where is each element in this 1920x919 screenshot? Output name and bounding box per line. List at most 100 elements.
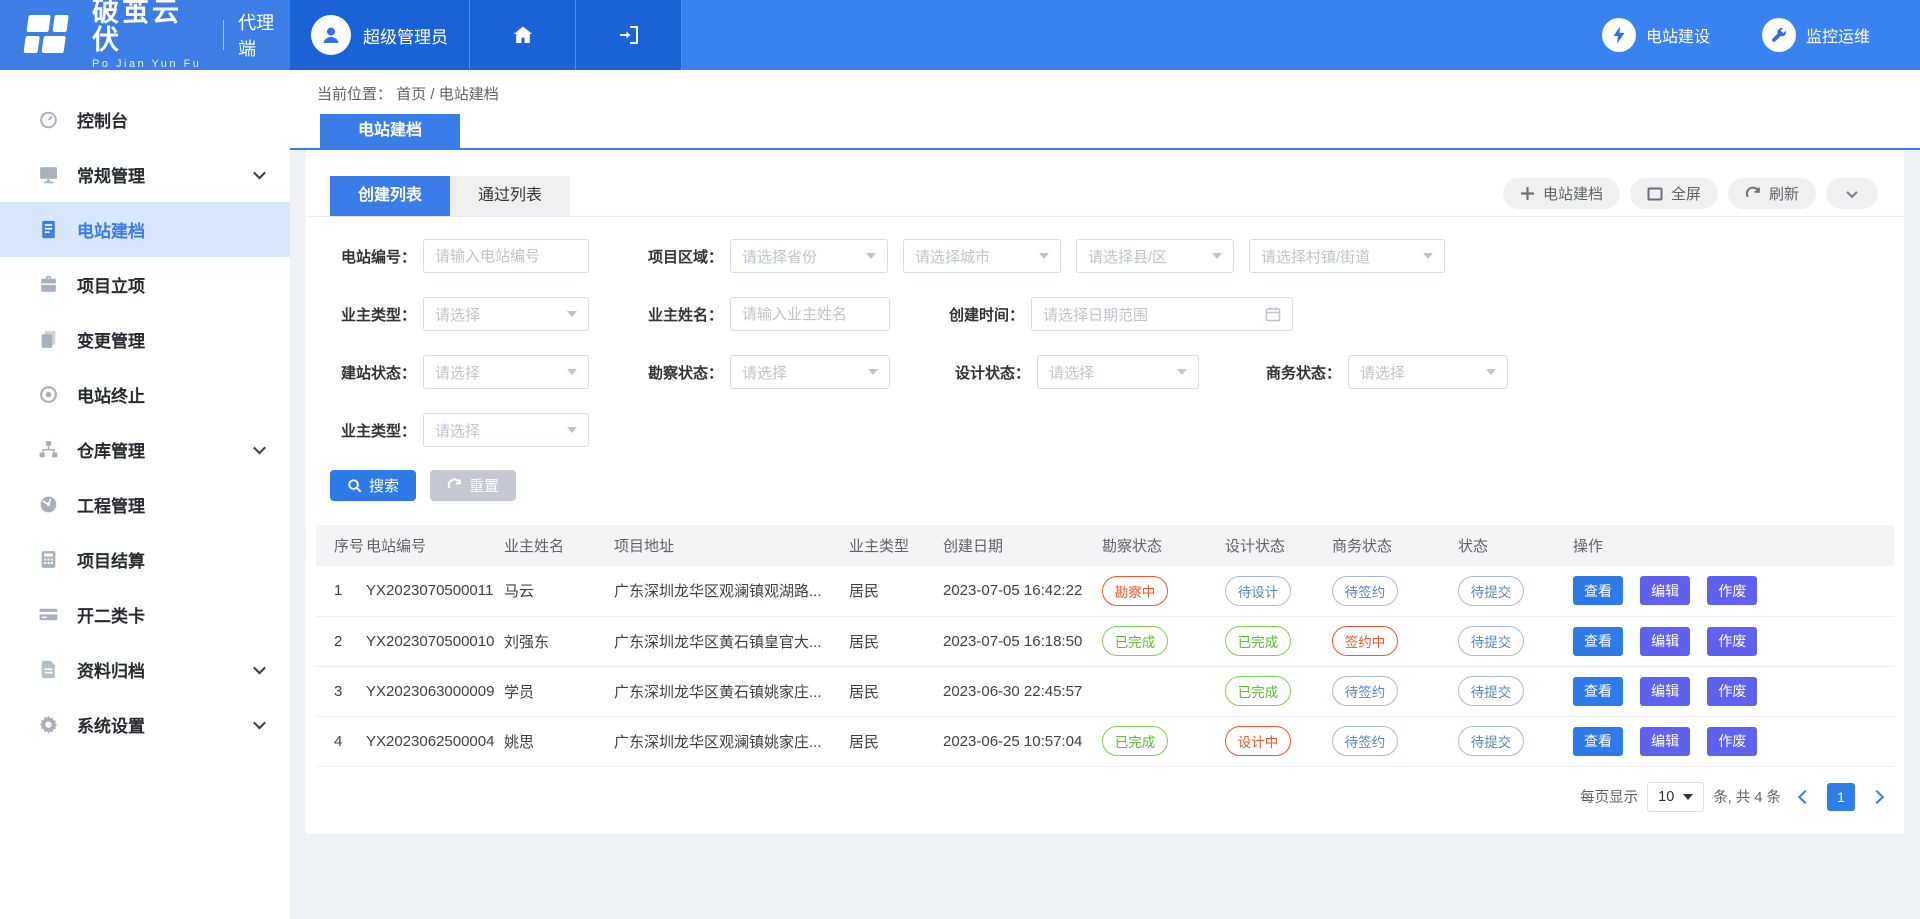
reset-icon: [447, 478, 462, 493]
chevron-down-icon: [253, 167, 266, 180]
survey-status-select[interactable]: 请选择: [730, 355, 890, 389]
caret-down-icon: [567, 427, 577, 433]
sidebar-item-project-initiation[interactable]: 项目立项: [0, 257, 290, 312]
plus-icon: [1520, 186, 1535, 201]
sidebar-item-open-type2-card[interactable]: 开二类卡: [0, 587, 290, 642]
design-status-select[interactable]: 请选择: [1037, 355, 1199, 389]
caret-down-icon: [868, 369, 878, 375]
edit-button[interactable]: 编辑: [1640, 727, 1690, 756]
briefcase-icon: [38, 274, 59, 295]
owner-name-input[interactable]: [730, 297, 890, 331]
table-row: 4 YX2023062500004 姚思 广东深圳龙华区观澜镇姚家庄... 居民…: [316, 716, 1894, 766]
collapse-toolbar-button[interactable]: [1826, 178, 1878, 209]
copy-icon: [38, 329, 59, 350]
stations-table: 序号 电站编号 业主姓名 项目地址 业主类型 创建日期 勘察状态 设计状态 商务…: [316, 525, 1894, 767]
status-badge: 待设计: [1225, 576, 1291, 606]
status-badge: 待签约: [1332, 676, 1398, 706]
nav-monitor-ops[interactable]: 监控运维: [1762, 18, 1870, 52]
status-badge: 待提交: [1458, 576, 1524, 606]
sidebar-item-station-filing[interactable]: 电站建档: [0, 202, 290, 257]
caret-down-icon: [1486, 369, 1496, 375]
refresh-button[interactable]: 刷新: [1728, 178, 1816, 209]
sidebar: 控制台 常规管理 电站建档 项目立项 变更管理 电站终止 仓库管理: [0, 70, 290, 919]
caret-down-icon: [1039, 253, 1049, 259]
void-button[interactable]: 作废: [1707, 627, 1757, 656]
caret-down-icon: [1423, 253, 1433, 259]
sidebar-item-general-mgmt[interactable]: 常规管理: [0, 147, 290, 202]
caret-down-icon: [1683, 794, 1693, 800]
view-button[interactable]: 查看: [1573, 627, 1623, 656]
caret-down-icon: [1177, 369, 1187, 375]
page-tab-station-filing[interactable]: 电站建档: [320, 114, 460, 148]
page-number-current[interactable]: 1: [1827, 783, 1855, 811]
header-actions: 电站建设 监控运维: [682, 0, 1920, 70]
sidebar-item-project-settlement[interactable]: 项目结算: [0, 532, 290, 587]
build-status-select[interactable]: 请选择: [423, 355, 589, 389]
status-badge: 勘察中: [1102, 576, 1168, 606]
chevron-down-icon: [1846, 186, 1857, 197]
brand-name: 破茧云伏: [92, 0, 182, 55]
logout-icon: [617, 23, 641, 47]
sidebar-item-engineering-mgmt[interactable]: 工程管理: [0, 477, 290, 532]
void-button[interactable]: 作废: [1707, 727, 1757, 756]
sidebar-item-system-settings[interactable]: 系统设置: [0, 697, 290, 752]
void-button[interactable]: 作废: [1707, 677, 1757, 706]
sidebar-item-change-mgmt[interactable]: 变更管理: [0, 312, 290, 367]
create-station-button[interactable]: 电站建档: [1503, 178, 1620, 209]
town-select[interactable]: 请选择村镇/街道: [1249, 239, 1445, 273]
lightning-icon: [1602, 18, 1636, 52]
province-select[interactable]: 请选择省份: [730, 239, 888, 273]
logout-button[interactable]: [576, 0, 682, 70]
fullscreen-button[interactable]: 全屏: [1630, 178, 1718, 209]
pagination: 每页显示 10 条, 共 4 条 1: [318, 782, 1892, 812]
status-badge: 待提交: [1458, 626, 1524, 656]
sidebar-item-data-archive[interactable]: 资料归档: [0, 642, 290, 697]
tab-create-list[interactable]: 创建列表: [330, 176, 450, 216]
table-toolbar: 电站建档 全屏 刷新: [1503, 178, 1878, 209]
page-size-select[interactable]: 10: [1647, 782, 1704, 812]
sidebar-item-station-termination[interactable]: 电站终止: [0, 367, 290, 422]
user-avatar-icon: [311, 15, 351, 55]
status-badge: 签约中: [1332, 626, 1398, 656]
owner-type-select[interactable]: 请选择: [423, 297, 589, 331]
prev-page-button[interactable]: [1798, 789, 1812, 803]
brand-logo: 破茧云伏 Po Jian Yun Fu 代理端: [0, 0, 290, 70]
view-button[interactable]: 查看: [1573, 727, 1623, 756]
nav-station-build[interactable]: 电站建设: [1602, 18, 1710, 52]
edit-button[interactable]: 编辑: [1640, 576, 1690, 605]
edit-button[interactable]: 编辑: [1640, 677, 1690, 706]
dashboard-icon: [38, 109, 59, 130]
business-status-select[interactable]: 请选择: [1348, 355, 1508, 389]
view-button[interactable]: 查看: [1573, 677, 1623, 706]
sidebar-item-warehouse-mgmt[interactable]: 仓库管理: [0, 422, 290, 477]
status-badge: 已完成: [1225, 676, 1291, 706]
void-button[interactable]: 作废: [1707, 576, 1757, 605]
card-icon: [38, 604, 59, 625]
refresh-icon: [1745, 186, 1761, 202]
tab-passed-list[interactable]: 通过列表: [450, 176, 570, 216]
reset-button[interactable]: 重置: [430, 470, 516, 501]
sitemap-icon: [38, 439, 59, 460]
station-code-input[interactable]: [423, 239, 589, 273]
caret-down-icon: [567, 311, 577, 317]
search-button[interactable]: 搜索: [330, 470, 416, 501]
home-button[interactable]: [470, 0, 576, 70]
status-badge: 待签约: [1332, 726, 1398, 756]
table-row: 1 YX2023070500011 马云 广东深圳龙华区观澜镇观湖路... 居民…: [316, 566, 1894, 616]
sidebar-item-console[interactable]: 控制台: [0, 92, 290, 147]
fullscreen-icon: [1647, 187, 1663, 201]
user-menu[interactable]: 超级管理员: [290, 0, 470, 70]
edit-button[interactable]: 编辑: [1640, 627, 1690, 656]
city-select[interactable]: 请选择城市: [903, 239, 1061, 273]
county-select[interactable]: 请选择县/区: [1076, 239, 1234, 273]
caret-down-icon: [866, 253, 876, 259]
brand-romanized: Po Jian Yun Fu: [92, 58, 201, 70]
next-page-button[interactable]: [1870, 789, 1884, 803]
status-badge: 待签约: [1332, 576, 1398, 606]
create-time-range-input[interactable]: 请选择日期范围: [1031, 297, 1293, 331]
owner-type2-select[interactable]: 请选择: [423, 413, 589, 447]
portal-label: 代理端: [238, 9, 290, 61]
view-button[interactable]: 查看: [1573, 576, 1623, 605]
table-header-row: 序号 电站编号 业主姓名 项目地址 业主类型 创建日期 勘察状态 设计状态 商务…: [316, 525, 1894, 566]
archive-icon: [38, 659, 59, 680]
